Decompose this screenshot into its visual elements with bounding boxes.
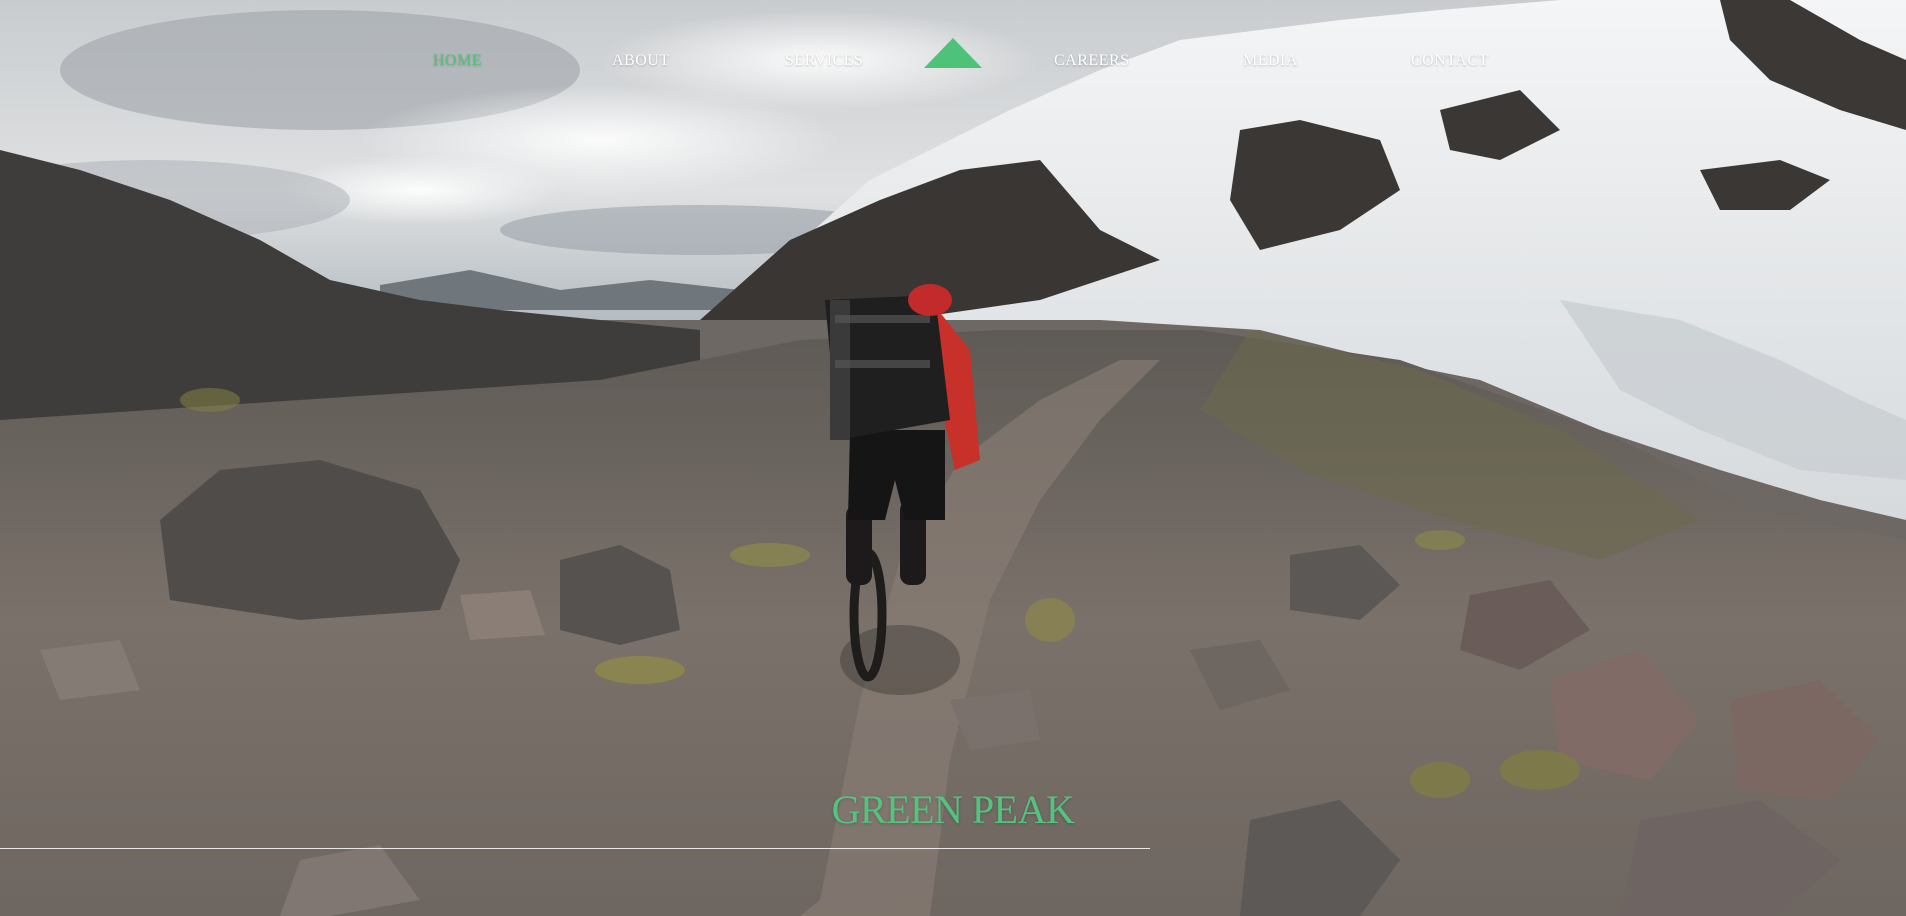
- nav-item-about[interactable]: ABOUT: [612, 52, 670, 70]
- hero-divider-line: [0, 848, 1150, 849]
- hero-title: GREEN PEAK: [831, 787, 1075, 832]
- hero-background-image: [0, 0, 1906, 916]
- main-navigation: HOME ABOUT SERVICES CAREERS MEDIA CONTAC…: [0, 0, 1906, 120]
- nav-item-contact[interactable]: CONTACT: [1411, 52, 1489, 70]
- nav-item-media[interactable]: MEDIA: [1243, 52, 1298, 70]
- nav-item-services[interactable]: SERVICES: [785, 52, 863, 70]
- hero-section: HOME ABOUT SERVICES CAREERS MEDIA CONTAC…: [0, 0, 1906, 916]
- nav-item-careers[interactable]: CAREERS: [1054, 52, 1130, 70]
- nav-item-home[interactable]: HOME: [433, 52, 482, 70]
- mountain-triangle-icon[interactable]: [922, 36, 984, 70]
